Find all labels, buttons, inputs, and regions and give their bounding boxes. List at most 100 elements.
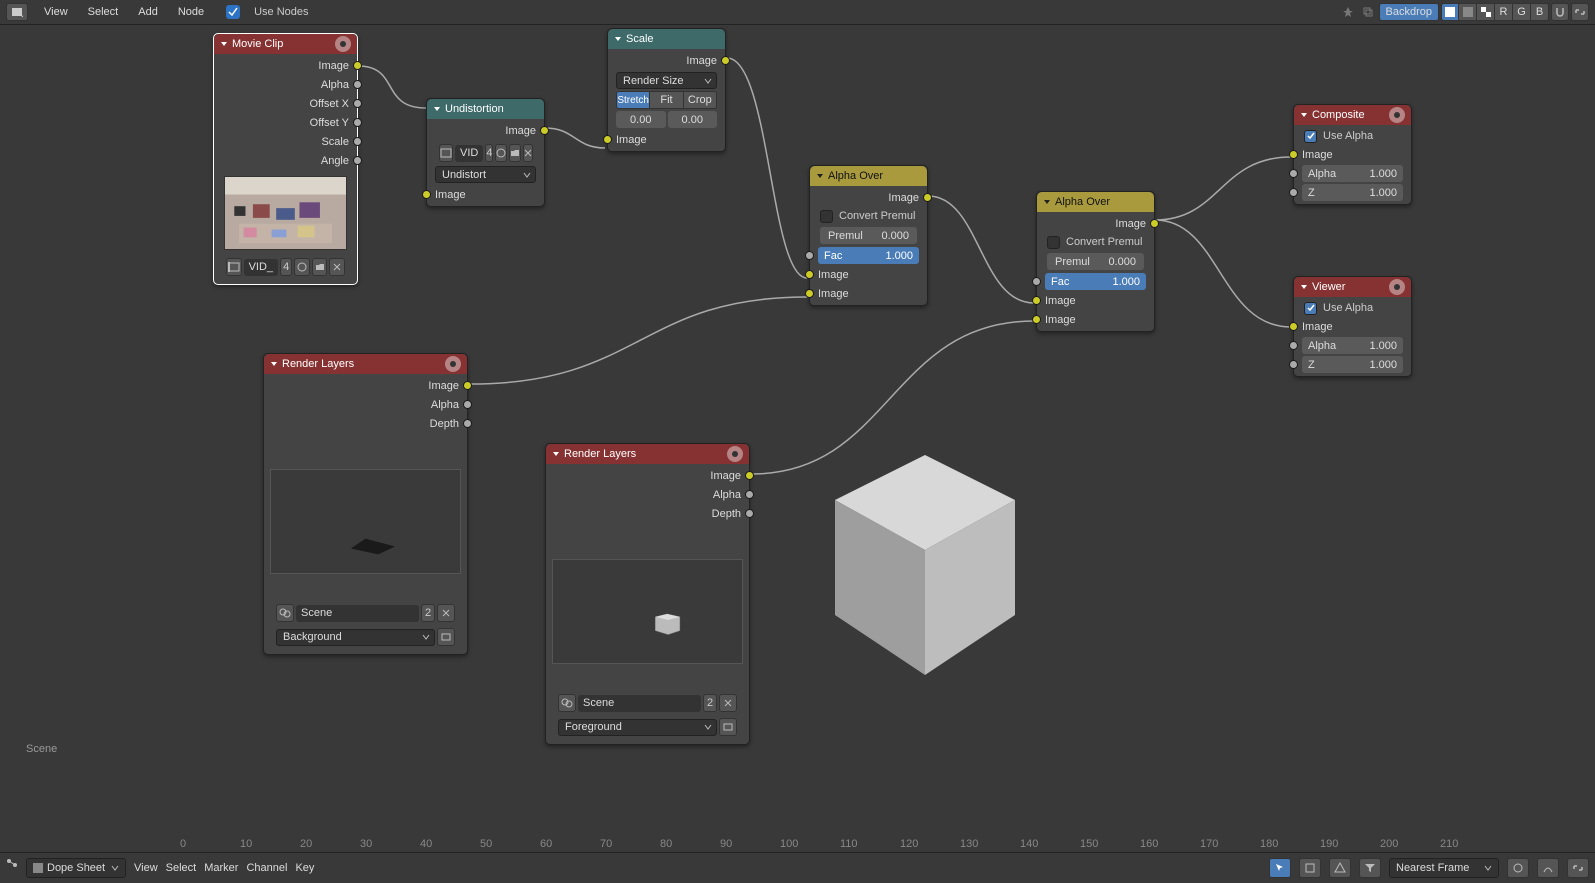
menu-add[interactable]: Add xyxy=(134,4,162,20)
layer-dropdown[interactable]: Foreground xyxy=(558,719,717,736)
scene-users[interactable]: 2 xyxy=(421,604,435,622)
clip-name-field[interactable]: VID_ xyxy=(244,259,278,276)
menu-channel[interactable]: Channel xyxy=(246,862,287,874)
fake-user-icon[interactable] xyxy=(495,144,507,162)
fake-user-icon[interactable] xyxy=(294,258,310,276)
menu-view[interactable]: View xyxy=(40,4,72,20)
view-color-icon[interactable] xyxy=(1459,3,1477,21)
collapse-icon[interactable] xyxy=(220,40,228,48)
scene-name-field[interactable]: Scene xyxy=(578,695,701,712)
collapse-icon[interactable] xyxy=(1043,198,1051,206)
clip-users[interactable]: 4 xyxy=(280,258,292,276)
editor-type-selector[interactable] xyxy=(6,858,18,878)
z-field[interactable]: Z1.000 xyxy=(1302,356,1403,373)
scale-y-field[interactable]: 0.00 xyxy=(668,111,718,128)
fac-field[interactable]: Fac1.000 xyxy=(1045,273,1146,290)
expand-icon[interactable] xyxy=(1567,858,1589,878)
scale-x-field[interactable]: 0.00 xyxy=(616,111,666,128)
scale-mode-dropdown[interactable]: Render Size xyxy=(616,72,717,89)
scene-browse-icon[interactable] xyxy=(558,694,576,712)
render-single-icon[interactable] xyxy=(719,718,737,736)
collapse-icon[interactable] xyxy=(816,172,824,180)
clip-users[interactable]: 4 xyxy=(485,144,493,162)
node-canvas[interactable]: Movie Clip Image Alpha Offset X Offset Y… xyxy=(0,25,1595,852)
undistort-mode-dropdown[interactable]: Undistort xyxy=(435,166,536,183)
menu-select[interactable]: Select xyxy=(166,862,197,874)
node-composite[interactable]: Composite Use Alpha Image Alpha1.000 Z1.… xyxy=(1293,104,1412,205)
collapse-icon[interactable] xyxy=(433,105,441,113)
clip-browse-icon[interactable] xyxy=(439,144,453,162)
proportional-icon[interactable] xyxy=(1507,858,1529,878)
unlink-icon[interactable] xyxy=(523,144,533,162)
collapse-icon[interactable] xyxy=(614,35,622,43)
pin-icon[interactable] xyxy=(1339,3,1357,21)
copy-icon[interactable] xyxy=(1359,3,1377,21)
collapse-icon[interactable] xyxy=(1300,111,1308,119)
scene-browse-icon[interactable] xyxy=(276,604,294,622)
collapse-icon[interactable] xyxy=(1300,283,1308,291)
channel-b[interactable]: B xyxy=(1531,3,1549,21)
node-alpha-over-1[interactable]: Alpha Over Image Convert Premul Premul0.… xyxy=(809,165,928,306)
scale-fit-option[interactable]: Fit xyxy=(650,91,683,109)
z-field[interactable]: Z1.000 xyxy=(1302,184,1403,201)
node-render-layers-fg[interactable]: Render Layers Image Alpha Depth Scene 2 … xyxy=(545,443,750,745)
clip-browse-icon[interactable] xyxy=(226,258,242,276)
view-alpha-icon[interactable] xyxy=(1477,3,1495,21)
channel-g[interactable]: G xyxy=(1513,3,1531,21)
scene-name-field[interactable]: Scene xyxy=(296,605,419,622)
menu-marker[interactable]: Marker xyxy=(204,862,238,874)
backdrop-toggle[interactable]: Backdrop xyxy=(1379,3,1439,21)
clip-name-field[interactable]: VID xyxy=(455,145,483,162)
falloff-icon[interactable] xyxy=(1537,858,1559,878)
collapse-icon[interactable] xyxy=(270,360,278,368)
preview-toggle-icon[interactable] xyxy=(1389,279,1405,295)
alpha-field[interactable]: Alpha1.000 xyxy=(1302,165,1403,182)
use-alpha-checkbox[interactable] xyxy=(1304,302,1317,315)
fac-field[interactable]: Fac1.000 xyxy=(818,247,919,264)
node-alpha-over-2[interactable]: Alpha Over Image Convert Premul Premul0.… xyxy=(1036,191,1155,332)
scale-crop-option[interactable]: Crop xyxy=(684,91,717,109)
open-file-icon[interactable] xyxy=(312,258,328,276)
layer-dropdown[interactable]: Background xyxy=(276,629,435,646)
unlink-icon[interactable] xyxy=(437,604,455,622)
preview-toggle-icon[interactable] xyxy=(445,356,461,372)
node-undistortion[interactable]: Undistortion Image VID 4 Undistort Image xyxy=(426,98,545,207)
view-combined-icon[interactable] xyxy=(1441,3,1459,21)
premul-field[interactable]: Premul0.000 xyxy=(1047,253,1144,270)
convert-premul-checkbox[interactable] xyxy=(820,210,833,223)
render-single-icon[interactable] xyxy=(437,628,455,646)
filter-icon[interactable] xyxy=(1359,858,1381,878)
use-nodes-checkbox[interactable] xyxy=(226,5,240,19)
unlink-icon[interactable] xyxy=(329,258,345,276)
snap-mode-dropdown[interactable]: Nearest Frame xyxy=(1389,858,1499,878)
summary-icon[interactable] xyxy=(1299,858,1321,878)
dopesheet-mode-dropdown[interactable]: Dope Sheet xyxy=(26,858,126,878)
menu-view[interactable]: View xyxy=(134,862,158,874)
expand-icon[interactable] xyxy=(1571,3,1589,21)
node-viewer[interactable]: Viewer Use Alpha Image Alpha1.000 Z1.000 xyxy=(1293,276,1412,377)
preview-toggle-icon[interactable] xyxy=(1389,107,1405,123)
convert-premul-checkbox[interactable] xyxy=(1047,236,1060,249)
preview-toggle-icon[interactable] xyxy=(727,446,743,462)
node-movie-clip[interactable]: Movie Clip Image Alpha Offset X Offset Y… xyxy=(213,33,358,285)
scene-users[interactable]: 2 xyxy=(703,694,717,712)
menu-select[interactable]: Select xyxy=(84,4,123,20)
collapse-icon[interactable] xyxy=(552,450,560,458)
scale-stretch-option[interactable]: Stretch xyxy=(616,91,650,109)
menu-key[interactable]: Key xyxy=(295,862,314,874)
menu-node[interactable]: Node xyxy=(174,4,208,20)
premul-field[interactable]: Premul0.000 xyxy=(820,227,917,244)
node-scale[interactable]: Scale Image Render Size Stretch Fit Crop… xyxy=(607,28,726,152)
output-alpha: Alpha xyxy=(431,399,459,411)
channel-r[interactable]: R xyxy=(1495,3,1513,21)
preview-toggle-icon[interactable] xyxy=(335,36,351,52)
open-file-icon[interactable] xyxy=(509,144,521,162)
show-errors-icon[interactable] xyxy=(1329,858,1351,878)
selection-tool-icon[interactable] xyxy=(1269,858,1291,878)
use-alpha-checkbox[interactable] xyxy=(1304,130,1317,143)
unlink-icon[interactable] xyxy=(719,694,737,712)
snap-icon[interactable] xyxy=(1551,3,1569,21)
node-render-layers-bg[interactable]: Render Layers Image Alpha Depth Scene 2 … xyxy=(263,353,468,655)
editor-type-selector[interactable] xyxy=(6,3,28,21)
alpha-field[interactable]: Alpha1.000 xyxy=(1302,337,1403,354)
